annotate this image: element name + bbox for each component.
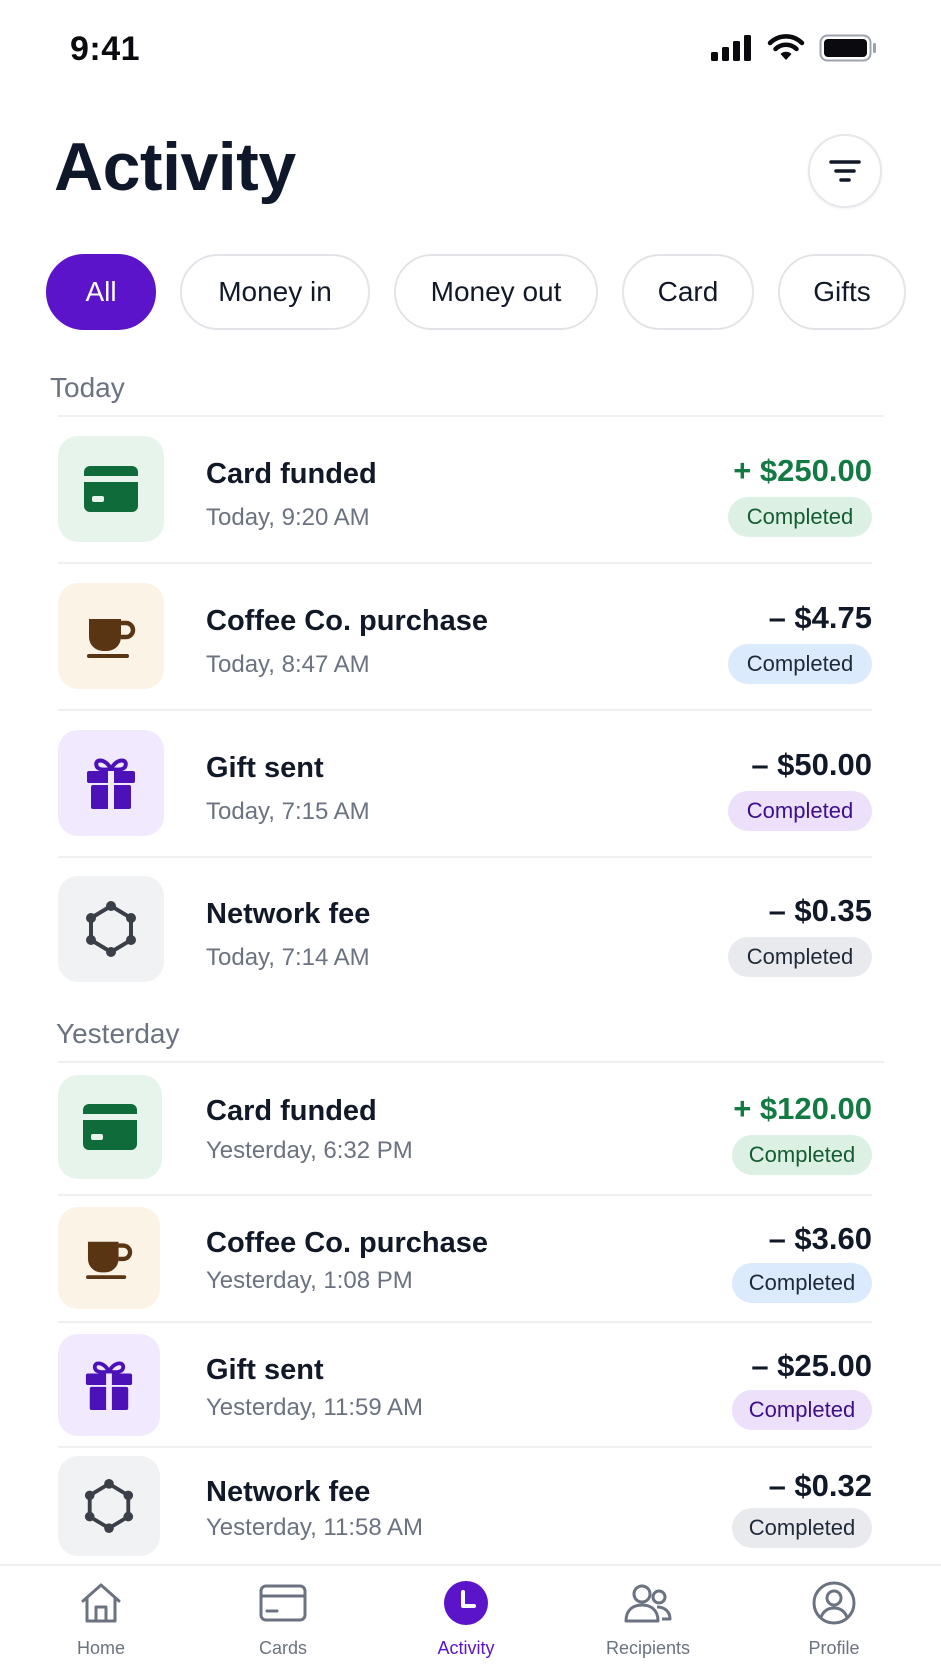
tab-label: Home	[76, 1638, 125, 1658]
transaction-icon-box	[58, 1075, 162, 1179]
row-divider	[58, 856, 872, 858]
transaction-icon-box	[58, 583, 164, 689]
filter-chip-money-in[interactable]: Money in	[180, 254, 370, 330]
section-label-yesterday: Yesterday	[56, 1018, 180, 1049]
transaction-amount: – $0.32	[768, 1468, 872, 1503]
transaction-time: Today, 8:47 AM	[206, 651, 370, 678]
transaction-time: Today, 7:14 AM	[206, 944, 370, 971]
tab-activity[interactable]: Activity	[391, 1576, 541, 1659]
transaction-icon-box	[58, 730, 164, 836]
transaction-time: Yesterday, 11:58 AM	[206, 1514, 424, 1541]
transaction-icon-box	[58, 1334, 160, 1436]
section-divider	[58, 1061, 884, 1063]
tab-label: Cards	[258, 1638, 307, 1658]
tab-recipients[interactable]: Recipients	[573, 1576, 723, 1659]
status-time: 9:41	[70, 30, 141, 68]
transaction-icon-box	[58, 1207, 160, 1309]
transaction-title: Card funded	[206, 1095, 377, 1127]
transaction-icon-box	[58, 436, 164, 542]
tab-cards[interactable]: Cards	[208, 1576, 358, 1659]
profile-icon	[812, 1581, 856, 1625]
status-badge: Completed	[732, 1508, 872, 1548]
home-icon	[81, 1583, 121, 1623]
clock-icon	[444, 1581, 488, 1625]
card-icon	[84, 466, 138, 512]
transaction-row[interactable]: Gift sent Today, 7:15 AM – $50.00 Comple…	[58, 730, 872, 876]
section-divider	[58, 415, 884, 417]
transaction-row[interactable]: Card funded Today, 9:20 AM + $250.00 Com…	[58, 436, 872, 582]
tab-profile[interactable]: Profile	[759, 1576, 909, 1659]
filter-chips: All Money in Money out Card Gifts	[46, 254, 906, 330]
transaction-time: Yesterday, 11:59 AM	[206, 1394, 424, 1421]
status-badge: Completed	[728, 497, 872, 537]
transaction-amount: + $250.00	[733, 453, 872, 488]
transaction-amount: – $3.60	[768, 1221, 872, 1256]
transaction-icon-box	[58, 876, 164, 982]
status-bar: 9:41	[0, 0, 941, 100]
transaction-title: Card funded	[206, 458, 377, 490]
tab-label: Profile	[808, 1638, 860, 1658]
coffee-cup-icon	[87, 619, 136, 658]
tab-label: Recipients	[605, 1638, 691, 1658]
filter-chip-gifts[interactable]: Gifts	[778, 254, 906, 330]
row-divider	[58, 1446, 872, 1448]
row-divider	[58, 709, 872, 711]
status-badge: Completed	[732, 1135, 872, 1175]
status-badge: Completed	[732, 1390, 872, 1430]
status-badge: Completed	[728, 937, 872, 977]
transaction-time: Yesterday, 6:32 PM	[206, 1137, 413, 1164]
transaction-amount: – $25.00	[751, 1348, 872, 1383]
status-icons	[711, 34, 877, 62]
transaction-row[interactable]: Coffee Co. purchase Yesterday, 1:08 PM –…	[58, 1207, 872, 1353]
people-icon	[624, 1584, 672, 1623]
transaction-time: Yesterday, 1:08 PM	[206, 1267, 413, 1294]
transaction-row[interactable]: Network fee Today, 7:14 AM – $0.35 Compl…	[58, 876, 872, 1022]
transaction-row[interactable]: Coffee Co. purchase Today, 8:47 AM – $4.…	[58, 583, 872, 729]
transaction-title: Network fee	[206, 898, 371, 930]
filter-chip-all[interactable]: All	[46, 254, 156, 330]
card-icon	[259, 1584, 307, 1622]
wifi-icon	[767, 34, 805, 60]
coffee-cup-icon	[86, 1241, 133, 1280]
transaction-amount: + $120.00	[733, 1091, 872, 1126]
transaction-amount: – $4.75	[768, 600, 872, 635]
network-icon	[86, 901, 136, 957]
transaction-time: Today, 7:15 AM	[206, 798, 370, 825]
transaction-title: Gift sent	[206, 752, 324, 784]
network-icon	[84, 1479, 134, 1533]
section-label-today: Today	[50, 372, 125, 403]
filter-chip-card[interactable]: Card	[622, 254, 754, 330]
transaction-title: Gift sent	[206, 1354, 324, 1386]
transaction-title: Network fee	[206, 1476, 371, 1508]
status-badge: Completed	[728, 791, 872, 831]
transaction-title: Coffee Co. purchase	[206, 1227, 488, 1259]
cellular-signal-icon	[711, 35, 751, 61]
battery-icon	[819, 34, 876, 62]
transaction-title: Coffee Co. purchase	[206, 605, 488, 637]
row-divider	[58, 1194, 872, 1196]
transaction-amount: – $0.35	[768, 893, 872, 928]
gift-icon	[87, 758, 135, 809]
filter-button[interactable]	[808, 134, 882, 208]
row-divider	[58, 562, 872, 564]
filter-icon	[829, 160, 861, 182]
tab-home[interactable]: Home	[26, 1576, 176, 1659]
bottom-tab-bar: Home Cards Activity Recipients Profile	[0, 1564, 941, 1674]
row-divider	[58, 1321, 872, 1323]
status-badge: Completed	[732, 1263, 872, 1303]
transaction-row[interactable]: Card funded Yesterday, 6:32 PM + $120.00…	[58, 1075, 872, 1221]
card-icon	[83, 1104, 137, 1150]
transaction-icon-box	[58, 1456, 160, 1556]
filter-chip-money-out[interactable]: Money out	[394, 254, 598, 330]
gift-icon	[85, 1361, 133, 1410]
transaction-time: Today, 9:20 AM	[206, 504, 370, 531]
status-badge: Completed	[728, 644, 872, 684]
transaction-amount: – $50.00	[751, 747, 872, 782]
tab-label: Activity	[437, 1638, 495, 1658]
page-title: Activity	[54, 129, 296, 205]
